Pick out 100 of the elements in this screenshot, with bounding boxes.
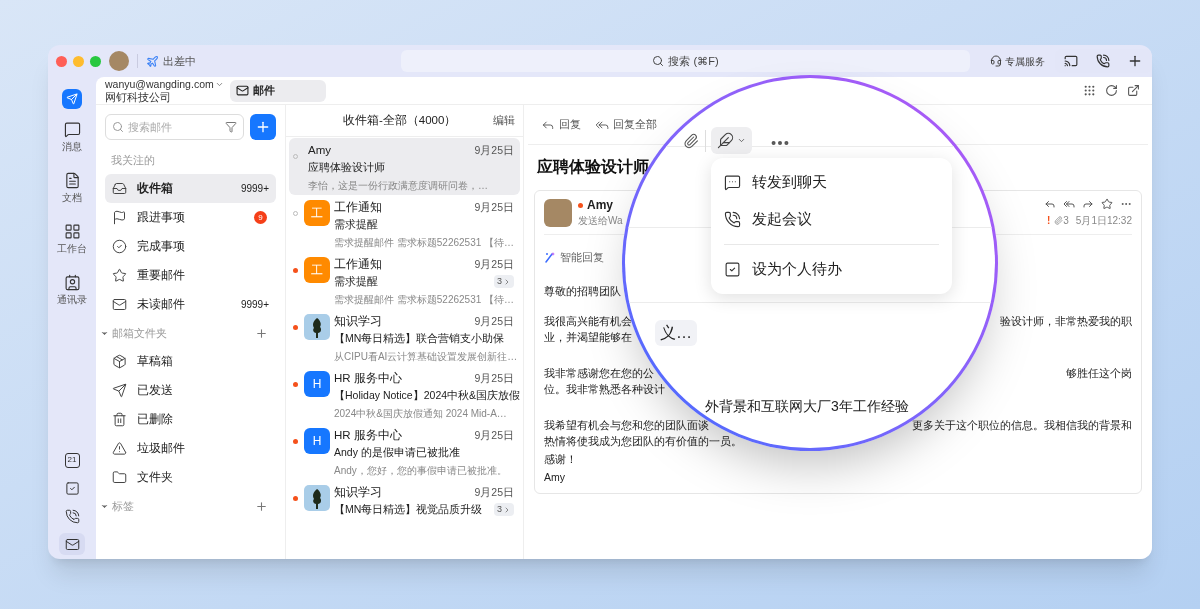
checkbox-icon [64,480,80,496]
thread-count[interactable]: 3 [494,503,514,516]
search-icon [652,55,665,67]
sender-photo-placeholder [544,198,572,227]
chat-icon [63,121,81,138]
phone-icon [724,211,741,228]
mail-date: 9月25日 [474,200,514,215]
ellipsis-chip[interactable]: 义… [655,320,697,346]
list-title: 收件箱-全部（4000） [343,112,457,128]
user-avatar[interactable] [108,51,129,71]
section-title: 我关注的 [110,152,155,168]
folder-item[interactable]: 已发送 [105,376,276,405]
folder-item[interactable]: 已删除 [105,405,276,434]
folder-item[interactable]: 垃圾邮件 [105,434,276,463]
menu-item[interactable]: 设为个人待办 [724,251,939,288]
mail-item[interactable]: Amy 9月25日 应聘体验设计师 李怡，这是一份行政满意度调研问卷，… [289,138,520,195]
rail-item[interactable]: 工作台 [57,223,87,256]
compose-button[interactable] [250,114,276,140]
sender-name: 知识学习 [334,485,382,500]
mail-date: 9月25日 [474,143,514,158]
letter-avatar: H [304,371,330,397]
count-badge: 9 [254,211,267,224]
rail-button[interactable] [59,533,85,555]
warning-icon [112,441,127,456]
chevron-right-icon [503,505,511,514]
message-time: 5月1日12:32 [1075,213,1132,228]
screen-share-icon[interactable] [1063,54,1078,68]
letter-avatar: 工 [304,200,330,226]
body-text: 够胜任这个岗 [1066,366,1132,382]
service-button[interactable]: 专属服务 [990,53,1046,69]
section-title: 邮箱文件夹 [112,325,167,341]
magnified-text: 外背景和互联网大厂3年工作经验 [705,397,909,416]
mail-subject-heading: 应聘体验设计师 [537,157,650,177]
folder-item[interactable]: 未读邮件 9999+ [105,290,276,319]
menu-item[interactable]: 发起会议 [724,201,939,238]
folder-item[interactable]: 收件箱 9999+ [105,174,276,203]
closing-text: 感谢！ [544,452,578,468]
grid-icon [63,223,81,240]
folder-item[interactable]: 文件夹 [105,463,276,492]
paperclip-icon[interactable] [683,133,699,149]
thread-count[interactable]: 3 [494,275,514,288]
edit-link[interactable]: 编辑 [493,112,515,129]
mail-preview: 2024中秋&国庆放假通知 2024 Mid-A… [334,407,508,421]
add-icon[interactable] [255,499,268,513]
star-icon [112,268,127,283]
add-icon[interactable] [255,326,268,340]
apps-grid-icon[interactable] [1083,84,1096,97]
body-text: 我非常感谢您在您的公 [544,366,654,382]
attachment-count[interactable]: 3 [1054,212,1069,228]
mail-date: 9月25日 [474,257,514,272]
rail-item[interactable]: 消息 [62,121,82,154]
search-field[interactable]: 搜索 (⌘F) [400,50,971,72]
account-email[interactable]: wanyu@wangding.com [105,77,214,91]
mail-tab[interactable]: 邮件 [230,79,326,102]
body-text: 我希望有机会与您和您的团队面谈 [544,418,709,434]
mail-preview: 从CIPU看AI云计算基础设置发展创新往… [334,350,514,364]
folder-item[interactable]: 重要邮件 [105,261,276,290]
mail-item[interactable]: H HR 服务中心 9月25日 Andy 的是假申请已被批准 Andy，您好，您的事假申请已被批准。 [289,423,520,480]
priority-mark: ! [1046,213,1051,228]
mail-subject: 需求提醒 [334,274,378,289]
rail-item[interactable]: 文档 [62,172,82,205]
body-text: 验设计师，非常热爱我的职 [1000,314,1132,330]
toolbar-button[interactable]: 回复全部 [595,116,657,133]
sender-name: 工作通知 [334,200,382,215]
folder-item[interactable]: 草稿箱 [105,347,276,376]
body-text: 热情将使我成为您团队的有价值的一员。 [544,434,742,450]
folder-item[interactable]: 完成事项 [105,232,276,261]
contacts-icon [63,274,81,291]
menu-item[interactable]: 转发到聊天 [724,164,939,201]
mail-item[interactable]: 知识学习 9月25日 【MN每日精选】视觉品质升级 3 [289,480,520,537]
star-icon[interactable] [1101,197,1113,210]
mail-subject: 【MN每日精选】联合营销支小助保 [334,331,505,346]
mail-item[interactable]: 工 工作通知 9月25日 需求提醒 需求提醒邮件 需求标题52262531 【待… [289,195,520,252]
filter-icon[interactable] [225,121,237,133]
refresh-icon[interactable] [1105,84,1118,97]
airplane-icon [145,54,159,68]
smart-reply-button[interactable]: 智能回复 [560,249,604,266]
search-icon [112,121,124,133]
mail-item[interactable]: 知识学习 9月25日 【MN每日精选】联合营销支小助保 从CIPU看AI云计算基础设置发展创新往… [289,309,520,366]
signature-text: Amy [544,470,566,486]
phone-icon[interactable] [1095,54,1110,68]
mail-item[interactable]: H HR 服务中心 9月25日 【Holiday Notice】2024中秋&国庆放假 2024中秋&国庆放假通知 2024 Mid-A… [289,366,520,423]
plus-icon [255,119,271,135]
calendar-button[interactable]: 21 [59,449,85,471]
pop-out-icon[interactable] [1127,84,1140,97]
mail-preview: Andy，您好，您的事假申请已被批准。 [334,464,508,478]
folder-item[interactable]: 跟进事项 9 [105,203,276,232]
send-dropdown-button[interactable] [711,127,752,154]
greeting-text: 尊敬的招聘团队 [544,283,622,299]
phone-icon [64,508,80,524]
paper-plane-icon [66,93,78,105]
status-text[interactable]: 出差中 [162,52,196,70]
app-logo[interactable] [62,89,82,109]
rail-item[interactable]: 通讯录 [57,274,87,307]
toolbar-button[interactable]: 回复 [541,116,581,133]
mail-subject: 【MN每日精选】视觉品质升级 [334,502,483,517]
mail-subject: Andy 的是假申请已被批准 [334,445,460,460]
chat-icon [724,174,741,191]
mail-item[interactable]: 工 工作通知 9月25日 需求提醒 3 需求提醒邮件 需求标题52262531 【待… [289,252,520,309]
mail-preview: 李怡，这是一份行政满意度调研问卷，… [308,179,489,193]
